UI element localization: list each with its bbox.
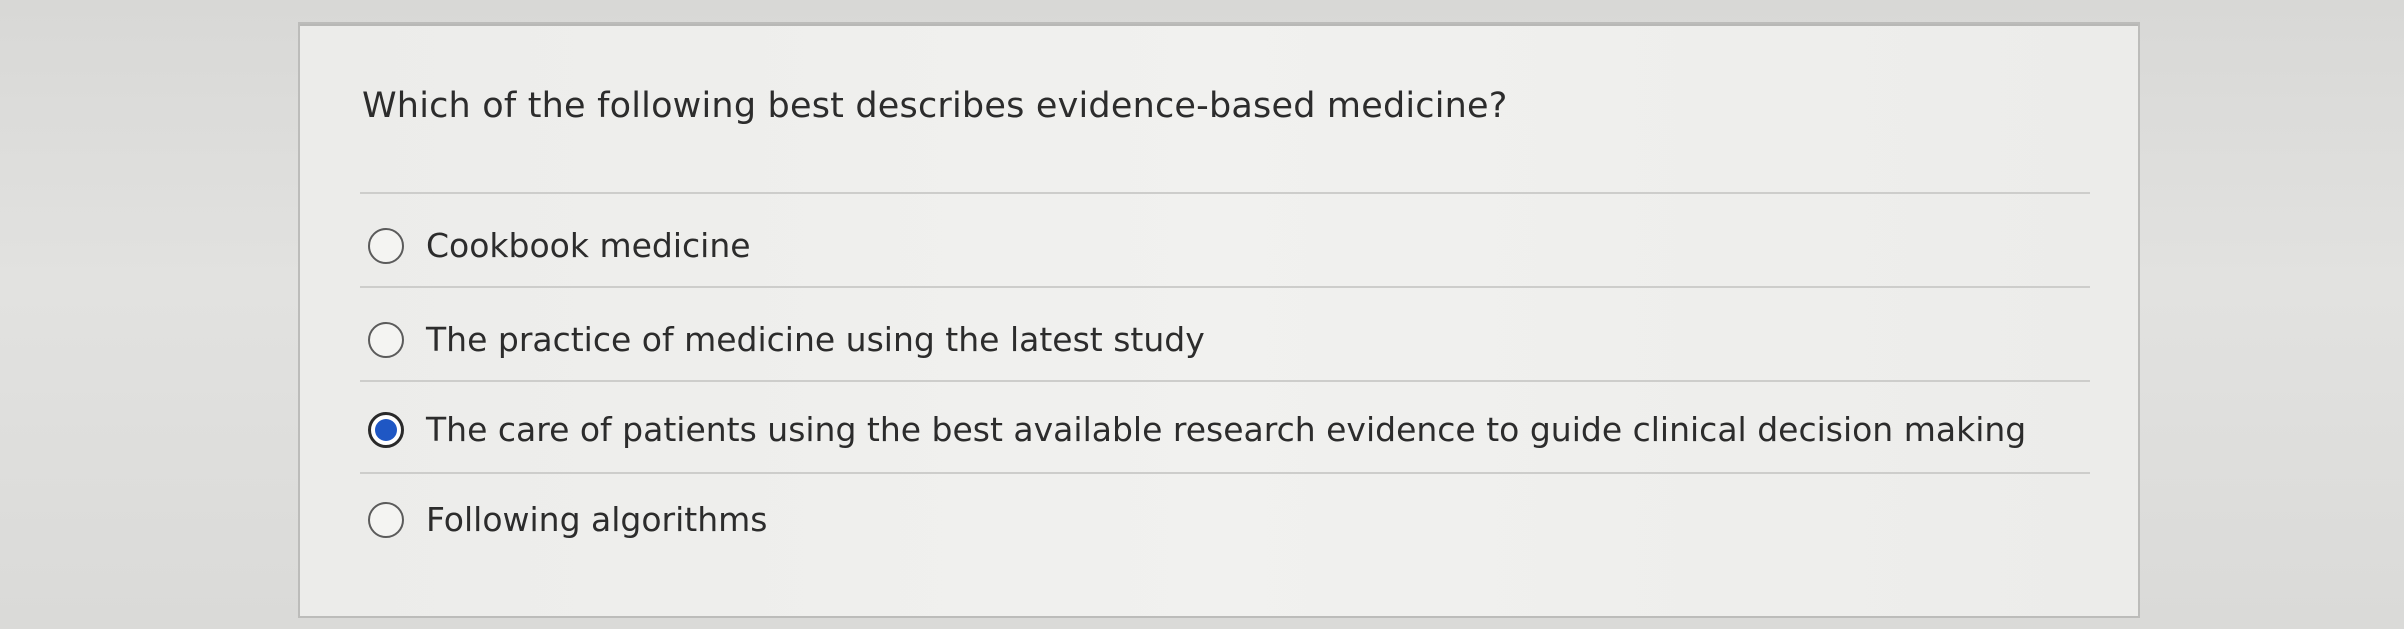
answer-option-3[interactable]: The care of patients using the best avai… bbox=[368, 410, 2026, 449]
radio-button[interactable] bbox=[368, 501, 404, 538]
radio-button[interactable] bbox=[368, 321, 404, 358]
radio-selected-dot bbox=[375, 418, 397, 441]
answer-option-4[interactable]: Following algorithms bbox=[368, 500, 768, 539]
divider bbox=[360, 192, 2090, 194]
screen: Which of the following best describes ev… bbox=[0, 0, 2404, 629]
answer-option-label: Following algorithms bbox=[426, 500, 768, 539]
divider bbox=[360, 286, 2090, 288]
radio-button[interactable] bbox=[368, 227, 404, 264]
question-card: Which of the following best describes ev… bbox=[298, 22, 2140, 618]
answer-option-label: Cookbook medicine bbox=[426, 226, 751, 265]
answer-option-2[interactable]: The practice of medicine using the lates… bbox=[368, 320, 1205, 359]
question-text: Which of the following best describes ev… bbox=[362, 86, 1508, 126]
answer-option-1[interactable]: Cookbook medicine bbox=[368, 226, 751, 265]
divider bbox=[360, 472, 2090, 474]
answer-option-label: The care of patients using the best avai… bbox=[426, 410, 2027, 449]
answer-option-label: The practice of medicine using the lates… bbox=[426, 320, 1205, 359]
divider bbox=[360, 380, 2090, 382]
card-top-border bbox=[300, 24, 2138, 26]
radio-button-selected[interactable] bbox=[368, 411, 404, 448]
